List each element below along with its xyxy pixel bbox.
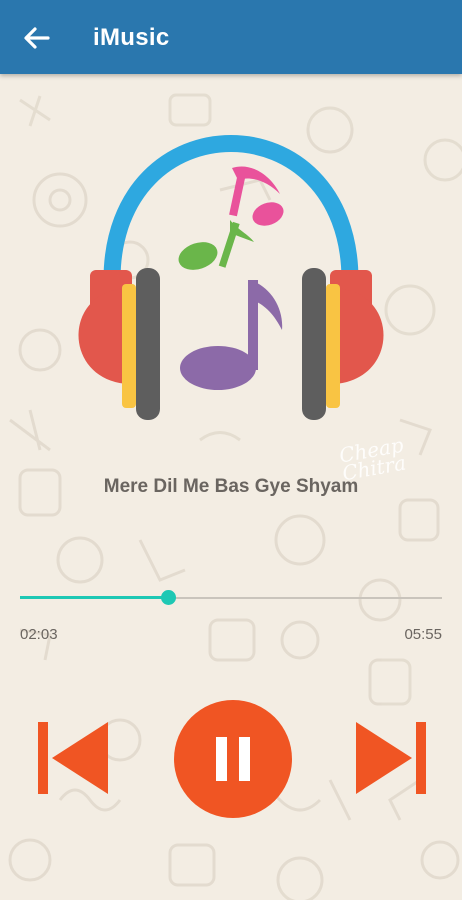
next-button[interactable] — [354, 722, 426, 794]
headphones-music-notes-icon — [78, 135, 384, 420]
skip-next-icon — [356, 722, 426, 794]
seek-bar[interactable] — [20, 585, 442, 611]
current-time: 02:03 — [20, 626, 58, 643]
song-title: Mere Dil Me Bas Gye Shyam — [103, 476, 359, 497]
seek-thumb[interactable] — [160, 590, 176, 605]
arrow-left-icon — [24, 27, 50, 49]
pause-button[interactable] — [174, 700, 292, 818]
app-title: iMusic — [93, 24, 170, 51]
app-bar: iMusic — [0, 0, 462, 74]
previous-button[interactable] — [38, 722, 110, 794]
back-button[interactable] — [18, 22, 54, 54]
total-duration: 05:55 — [404, 626, 442, 643]
seek-progress — [20, 596, 168, 599]
skip-previous-icon — [38, 722, 108, 794]
